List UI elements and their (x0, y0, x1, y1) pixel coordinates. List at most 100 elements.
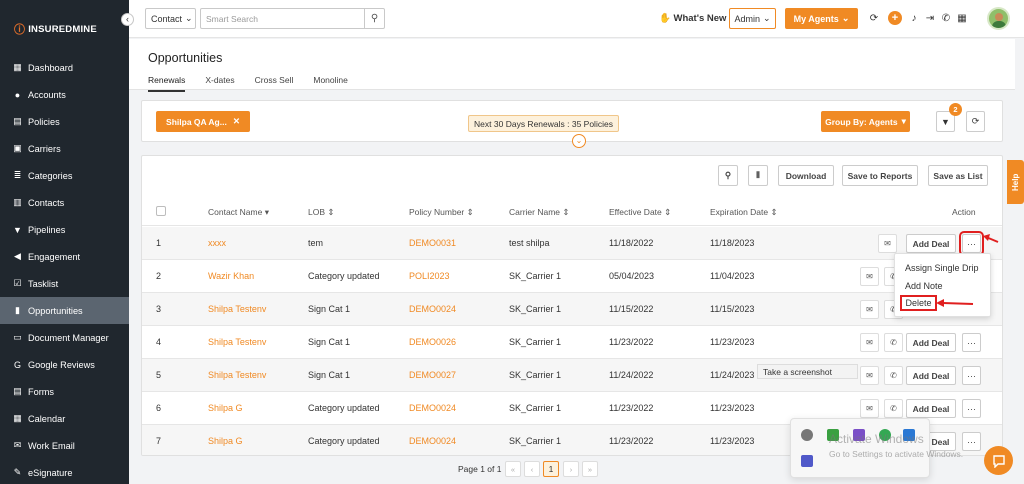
policy-number-link[interactable]: DEMO0026 (409, 337, 456, 347)
policy-number-link[interactable]: DEMO0024 (409, 436, 456, 446)
more-actions-button[interactable]: ··· (962, 399, 981, 418)
group-by-button[interactable]: Group By: Agents ▾ (821, 111, 910, 132)
first-page-button[interactable]: « (505, 461, 521, 477)
table-row: 5 Shilpa Testenv Sign Cat 1 DEMO0027 SK_… (142, 359, 1002, 392)
add-button[interactable]: + (888, 11, 902, 25)
chevron-left-icon: ‹ (126, 14, 129, 24)
whats-new-link[interactable]: ✋ What's New (659, 13, 726, 24)
sidebar-item-dashboard[interactable]: ▦ Dashboard (0, 54, 129, 81)
agent-filter-chip[interactable]: Shilpa QA Ag... ✕ (156, 111, 250, 132)
sidebar-item-forms[interactable]: ▤ Forms (0, 378, 129, 405)
policy-number-link[interactable]: DEMO0024 (409, 403, 456, 413)
policy-number-link[interactable]: DEMO0024 (409, 304, 456, 314)
menu-item-delete[interactable]: Delete (900, 295, 937, 311)
contact-name-link[interactable]: Shilpa Testenv (208, 370, 266, 380)
search-input[interactable]: Smart Search (200, 8, 365, 29)
more-actions-button[interactable]: ··· (962, 366, 981, 385)
email-icon[interactable]: ✉ (860, 399, 879, 418)
sidebar-item-work-email[interactable]: ✉ Work Email (0, 432, 129, 459)
sidebar-item-categories[interactable]: ≣ Categories (0, 162, 129, 189)
chat-button[interactable] (984, 446, 1013, 475)
tab-monoline[interactable]: Monoline (313, 75, 348, 92)
search-scope-select[interactable]: Contact ⌄ (145, 8, 196, 29)
sidebar-item-pipelines[interactable]: ▼ Pipelines (0, 216, 129, 243)
sidebar-item-contacts[interactable]: ▥ Contacts (0, 189, 129, 216)
avatar[interactable] (987, 7, 1010, 30)
sidebar-item-opportunities[interactable]: ▮ Opportunities (0, 297, 129, 324)
email-icon[interactable]: ✉ (860, 333, 879, 352)
download-button[interactable]: Download (778, 165, 834, 186)
sidebar-item-esignature[interactable]: ✎ eSignature (0, 459, 129, 484)
column-lob[interactable]: LOB ⇕ (308, 207, 335, 218)
menu-item-add-note[interactable]: Add Note (905, 281, 943, 291)
contact-name-link[interactable]: Shilpa Testenv (208, 304, 266, 314)
sidebar-item-policies[interactable]: ▤ Policies (0, 108, 129, 135)
contact-name-link[interactable]: Shilpa Testenv (208, 337, 266, 347)
prev-page-button[interactable]: ‹ (524, 461, 540, 477)
phone-icon[interactable]: ✆ (884, 366, 903, 385)
add-deal-button[interactable]: Add Deal (906, 333, 956, 352)
column-expiration-date[interactable]: Expiration Date ⇕ (710, 207, 778, 218)
phone-icon[interactable]: ✆ (940, 12, 952, 24)
sidebar-item-tasklist[interactable]: ☑ Tasklist (0, 270, 129, 297)
save-to-reports-button[interactable]: Save to Reports (842, 165, 918, 186)
tab-x-dates[interactable]: X-dates (205, 75, 234, 92)
contact-name-link[interactable]: xxxx (208, 238, 226, 248)
brand-logo[interactable]: ⓘ INSUREDMINE (14, 21, 97, 37)
more-actions-button[interactable]: ··· (962, 432, 981, 451)
sidebar-item-google-reviews[interactable]: G Google Reviews (0, 351, 129, 378)
sidebar-item-document-manager[interactable]: ▭ Document Manager (0, 324, 129, 351)
refresh-button[interactable]: ⟳ (966, 111, 985, 132)
add-deal-button[interactable]: Add Deal (906, 366, 956, 385)
more-actions-button[interactable]: ··· (962, 333, 981, 352)
carrier-cell: SK_Carrier 1 (509, 304, 562, 314)
menu-item-assign-single-drip[interactable]: Assign Single Drip (905, 263, 979, 273)
bell-icon[interactable]: ♪ (908, 12, 920, 24)
exit-icon[interactable]: ⇥ (924, 12, 936, 24)
columns-button[interactable]: ⦀ (748, 165, 768, 186)
collapse-sidebar-button[interactable]: ‹ (121, 13, 134, 26)
policy-number-link[interactable]: POLI2023 (409, 271, 450, 281)
table-search-button[interactable]: ⚲ (718, 165, 738, 186)
tab-renewals[interactable]: Renewals (148, 75, 186, 92)
phone-icon[interactable]: ✆ (884, 333, 903, 352)
tab-cross-sell[interactable]: Cross Sell (255, 75, 294, 92)
current-page-button[interactable]: 1 (543, 461, 559, 477)
sync-icon[interactable]: ⟳ (868, 12, 880, 24)
help-tab[interactable]: Help (1007, 160, 1024, 204)
sidebar-item-accounts[interactable]: ● Accounts (0, 81, 129, 108)
close-icon[interactable]: ✕ (233, 116, 240, 127)
column-policy-number[interactable]: Policy Number ⇕ (409, 207, 474, 218)
column-contact-name[interactable]: Contact Name ▾ (208, 207, 269, 218)
save-as-list-button[interactable]: Save as List (928, 165, 988, 186)
email-icon[interactable]: ✉ (878, 234, 897, 253)
sidebar-item-carriers[interactable]: ▣ Carriers (0, 135, 129, 162)
contact-name-link[interactable]: Shilpa G (208, 403, 243, 413)
policy-number-link[interactable]: DEMO0031 (409, 238, 456, 248)
role-select[interactable]: Admin ⌄ (729, 8, 776, 29)
calculator-icon[interactable]: ▦ (956, 12, 968, 24)
sidebar-item-calendar[interactable]: ▦ Calendar (0, 405, 129, 432)
add-deal-button[interactable]: Add Deal (906, 399, 956, 418)
email-icon[interactable]: ✉ (860, 300, 879, 319)
email-icon[interactable]: ✉ (860, 366, 879, 385)
cloud-icon[interactable] (801, 429, 813, 441)
column-carrier-name[interactable]: Carrier Name ⇕ (509, 207, 570, 218)
phone-icon[interactable]: ✆ (884, 399, 903, 418)
search-button[interactable]: ⚲ (364, 8, 385, 29)
my-agents-button[interactable]: My Agents ⌄ (785, 8, 858, 29)
column-effective-date[interactable]: Effective Date ⇕ (609, 207, 671, 218)
teams-icon[interactable] (801, 455, 813, 467)
contact-name-link[interactable]: Shilpa G (208, 436, 243, 446)
expand-chevron-icon[interactable]: ⌄ (572, 134, 586, 148)
next-page-button[interactable]: › (563, 461, 579, 477)
carrier-cell: SK_Carrier 1 (509, 370, 562, 380)
policy-number-link[interactable]: DEMO0027 (409, 370, 456, 380)
add-deal-button[interactable]: Add Deal (906, 234, 956, 253)
email-icon[interactable]: ✉ (860, 267, 879, 286)
sidebar-item-engagement[interactable]: ◀ Engagement (0, 243, 129, 270)
more-actions-button[interactable]: ··· (959, 231, 984, 256)
contact-name-link[interactable]: Wazir Khan (208, 271, 254, 281)
select-all-checkbox[interactable] (156, 206, 166, 216)
last-page-button[interactable]: » (582, 461, 598, 477)
